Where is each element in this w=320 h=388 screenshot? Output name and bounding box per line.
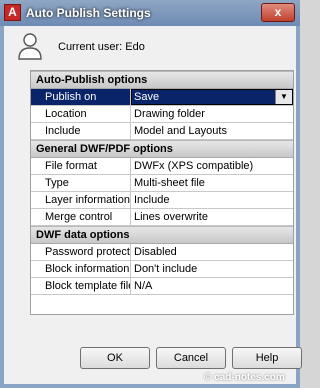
row-label: Publish on	[31, 89, 131, 105]
window-title: Auto Publish Settings	[26, 6, 151, 20]
row-label: Merge control	[31, 209, 131, 225]
watermark: © cad-notes.com	[204, 372, 285, 383]
row-label: Include	[31, 123, 131, 139]
help-button[interactable]: Help	[232, 347, 302, 369]
options-property-grid: Auto-Publish options Publish on Save ▼ L…	[30, 70, 294, 315]
row-value[interactable]: Multi-sheet file	[131, 175, 293, 191]
close-button[interactable]: x	[261, 3, 295, 22]
row-value[interactable]: Model and Layouts	[131, 123, 293, 139]
cancel-button[interactable]: Cancel	[156, 347, 226, 369]
title-bar[interactable]: A Auto Publish Settings x	[0, 0, 300, 26]
row-merge-control[interactable]: Merge control Lines overwrite	[31, 209, 293, 226]
row-value[interactable]: DWFx (XPS compatible)	[131, 158, 293, 174]
section-header-auto-publish[interactable]: Auto-Publish options	[31, 71, 293, 89]
row-password-protection[interactable]: Password protection Disabled	[31, 244, 293, 261]
row-file-format[interactable]: File format DWFx (XPS compatible)	[31, 158, 293, 175]
window-frame-right	[296, 26, 300, 388]
window-frame-bottom	[0, 384, 300, 388]
row-value[interactable]: N/A	[131, 278, 293, 294]
row-type[interactable]: Type Multi-sheet file	[31, 175, 293, 192]
autocad-app-icon: A	[4, 4, 21, 21]
row-label: Layer information	[31, 192, 131, 208]
row-label: Block information	[31, 261, 131, 277]
current-user-label: Current user: Edo	[58, 41, 145, 53]
row-label: Password protection	[31, 244, 131, 260]
row-label: Location	[31, 106, 131, 122]
dialog-client-area: Current user: Edo Auto-Publish options P…	[4, 26, 302, 384]
row-block-information[interactable]: Block information Don't include	[31, 261, 293, 278]
chevron-down-icon[interactable]: ▼	[275, 90, 292, 104]
row-value[interactable]: Drawing folder	[131, 106, 293, 122]
section-header-dwf-data[interactable]: DWF data options	[31, 226, 293, 244]
row-include[interactable]: Include Model and Layouts	[31, 123, 293, 140]
row-location[interactable]: Location Drawing folder	[31, 106, 293, 123]
ok-button[interactable]: OK	[80, 347, 150, 369]
section-header-general-dwf-pdf[interactable]: General DWF/PDF options	[31, 140, 293, 158]
row-label: Type	[31, 175, 131, 191]
row-value[interactable]: Include	[131, 192, 293, 208]
row-publish-on[interactable]: Publish on Save ▼	[31, 89, 293, 106]
row-label: Block template file	[31, 278, 131, 294]
publish-on-dropdown[interactable]: Save ▼	[131, 89, 293, 105]
row-value[interactable]: Don't include	[131, 261, 293, 277]
row-value[interactable]: Disabled	[131, 244, 293, 260]
row-label: File format	[31, 158, 131, 174]
user-icon	[18, 33, 42, 60]
dropdown-selected-value: Save	[132, 90, 276, 104]
row-layer-information[interactable]: Layer information Include	[31, 192, 293, 209]
row-value[interactable]: Lines overwrite	[131, 209, 293, 225]
row-block-template-file[interactable]: Block template file N/A	[31, 278, 293, 295]
